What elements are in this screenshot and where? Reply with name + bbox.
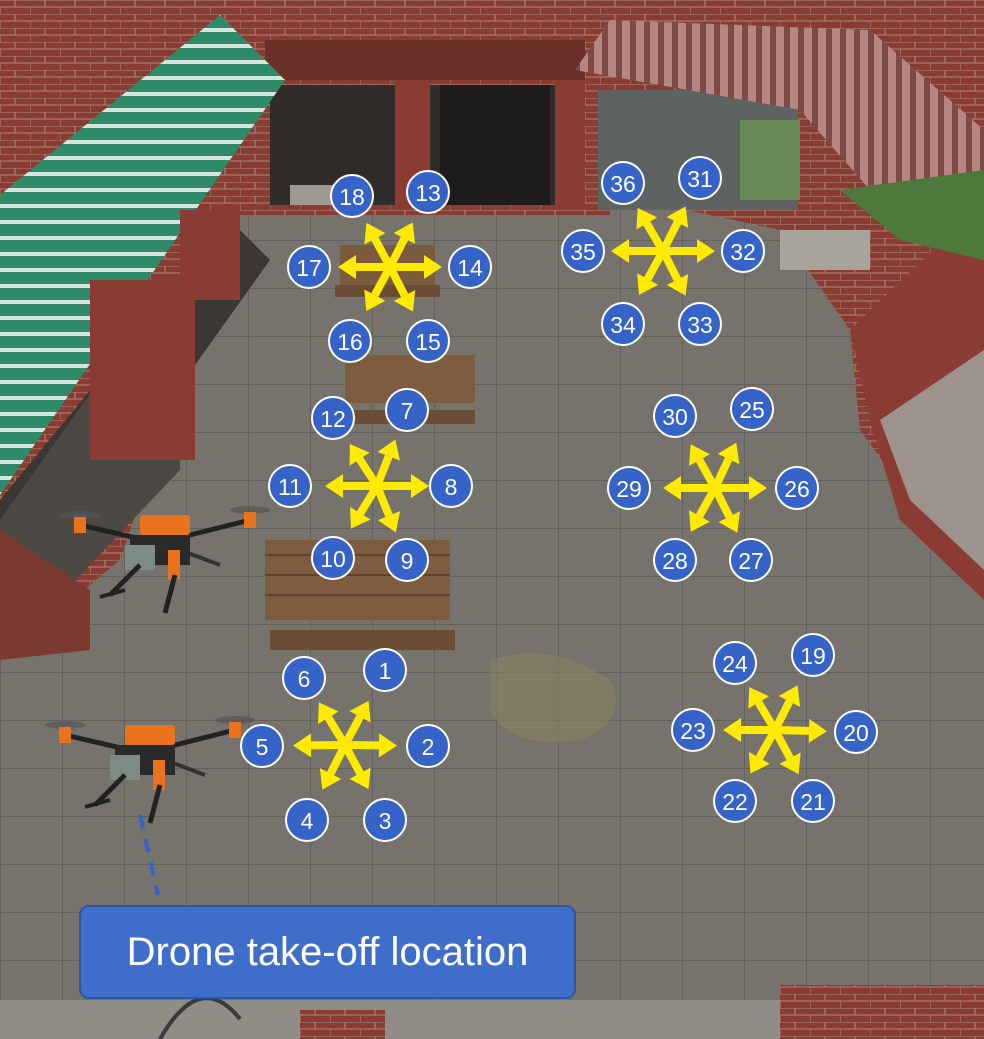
marker-label: 32 bbox=[730, 239, 756, 265]
position-marker-24: 24 bbox=[713, 641, 757, 685]
position-marker-14: 14 bbox=[448, 245, 492, 289]
position-marker-21: 21 bbox=[791, 779, 835, 823]
marker-label: 6 bbox=[298, 666, 311, 692]
position-marker-16: 16 bbox=[328, 319, 372, 363]
position-marker-1: 1 bbox=[363, 648, 407, 692]
position-marker-13: 13 bbox=[406, 170, 450, 214]
marker-label: 29 bbox=[616, 476, 642, 502]
marker-label: 36 bbox=[610, 171, 636, 197]
position-marker-3: 3 bbox=[363, 798, 407, 842]
position-marker-27: 27 bbox=[729, 538, 773, 582]
position-marker-30: 30 bbox=[653, 394, 697, 438]
marker-label: 21 bbox=[800, 789, 826, 815]
position-marker-20: 20 bbox=[834, 710, 878, 754]
marker-label: 31 bbox=[687, 166, 713, 192]
marker-label: 35 bbox=[570, 239, 596, 265]
position-marker-6: 6 bbox=[282, 656, 326, 700]
position-marker-4: 4 bbox=[285, 798, 329, 842]
position-marker-17: 17 bbox=[287, 245, 331, 289]
position-marker-36: 36 bbox=[601, 161, 645, 205]
takeoff-label-text: Drone take-off location bbox=[126, 929, 529, 974]
position-marker-34: 34 bbox=[601, 302, 645, 346]
courtyard-scene: 1234567891011121314151617181920212223242… bbox=[0, 0, 984, 1039]
position-marker-2: 2 bbox=[406, 724, 450, 768]
position-marker-29: 29 bbox=[607, 466, 651, 510]
marker-label: 34 bbox=[610, 312, 636, 338]
marker-label: 4 bbox=[301, 808, 314, 834]
takeoff-label: Drone take-off location bbox=[79, 905, 576, 999]
marker-label: 9 bbox=[401, 548, 414, 574]
position-marker-32: 32 bbox=[721, 229, 765, 273]
marker-label: 3 bbox=[379, 808, 392, 834]
bottom-right-ledge bbox=[780, 985, 984, 1039]
marker-label: 1 bbox=[379, 658, 392, 684]
arrow-hub bbox=[370, 479, 384, 493]
marker-label: 19 bbox=[800, 643, 826, 669]
motor bbox=[244, 512, 256, 528]
marker-label: 20 bbox=[843, 720, 869, 746]
marker-label: 24 bbox=[722, 651, 748, 677]
marker-label: 18 bbox=[339, 184, 365, 210]
marker-label: 16 bbox=[337, 329, 363, 355]
position-marker-8: 8 bbox=[429, 464, 473, 508]
marker-label: 15 bbox=[415, 329, 441, 355]
position-marker-9: 9 bbox=[385, 538, 429, 582]
position-marker-15: 15 bbox=[406, 319, 450, 363]
marker-label: 14 bbox=[457, 255, 483, 281]
marker-label: 8 bbox=[445, 474, 458, 500]
position-marker-5: 5 bbox=[240, 724, 284, 768]
arrow-hub bbox=[338, 738, 352, 752]
position-marker-25: 25 bbox=[730, 387, 774, 431]
marker-label: 26 bbox=[784, 476, 810, 502]
drone-top-case bbox=[140, 515, 190, 535]
position-marker-12: 12 bbox=[311, 396, 355, 440]
marker-label: 28 bbox=[662, 548, 688, 574]
marker-label: 27 bbox=[738, 548, 764, 574]
marker-label: 30 bbox=[662, 404, 688, 430]
marker-label: 10 bbox=[320, 546, 346, 572]
drone-top-case bbox=[125, 725, 175, 745]
position-marker-10: 10 bbox=[311, 536, 355, 580]
motor bbox=[74, 517, 86, 533]
marker-label: 17 bbox=[296, 255, 322, 281]
marker-label: 23 bbox=[680, 718, 706, 744]
position-marker-11: 11 bbox=[268, 464, 312, 508]
motor bbox=[59, 727, 71, 743]
marker-label: 13 bbox=[415, 180, 441, 206]
arrow-hub bbox=[708, 481, 722, 495]
position-marker-31: 31 bbox=[678, 156, 722, 200]
marker-label: 12 bbox=[320, 406, 346, 432]
position-marker-26: 26 bbox=[775, 466, 819, 510]
marker-label: 2 bbox=[422, 734, 435, 760]
position-marker-28: 28 bbox=[653, 538, 697, 582]
position-marker-23: 23 bbox=[671, 708, 715, 752]
marker-label: 7 bbox=[401, 398, 414, 424]
position-marker-19: 19 bbox=[791, 633, 835, 677]
marker-label: 22 bbox=[722, 789, 748, 815]
position-marker-35: 35 bbox=[561, 229, 605, 273]
arrow-hub bbox=[383, 260, 397, 274]
motor bbox=[229, 722, 241, 738]
position-marker-7: 7 bbox=[385, 388, 429, 432]
marker-label: 11 bbox=[278, 474, 302, 500]
arrow-hub bbox=[768, 723, 782, 737]
marker-label: 5 bbox=[256, 734, 269, 760]
position-marker-18: 18 bbox=[330, 174, 374, 218]
position-marker-22: 22 bbox=[713, 779, 757, 823]
marker-label: 25 bbox=[739, 397, 765, 423]
marker-label: 33 bbox=[687, 312, 713, 338]
position-marker-33: 33 bbox=[678, 302, 722, 346]
arrow-hub bbox=[656, 244, 670, 258]
